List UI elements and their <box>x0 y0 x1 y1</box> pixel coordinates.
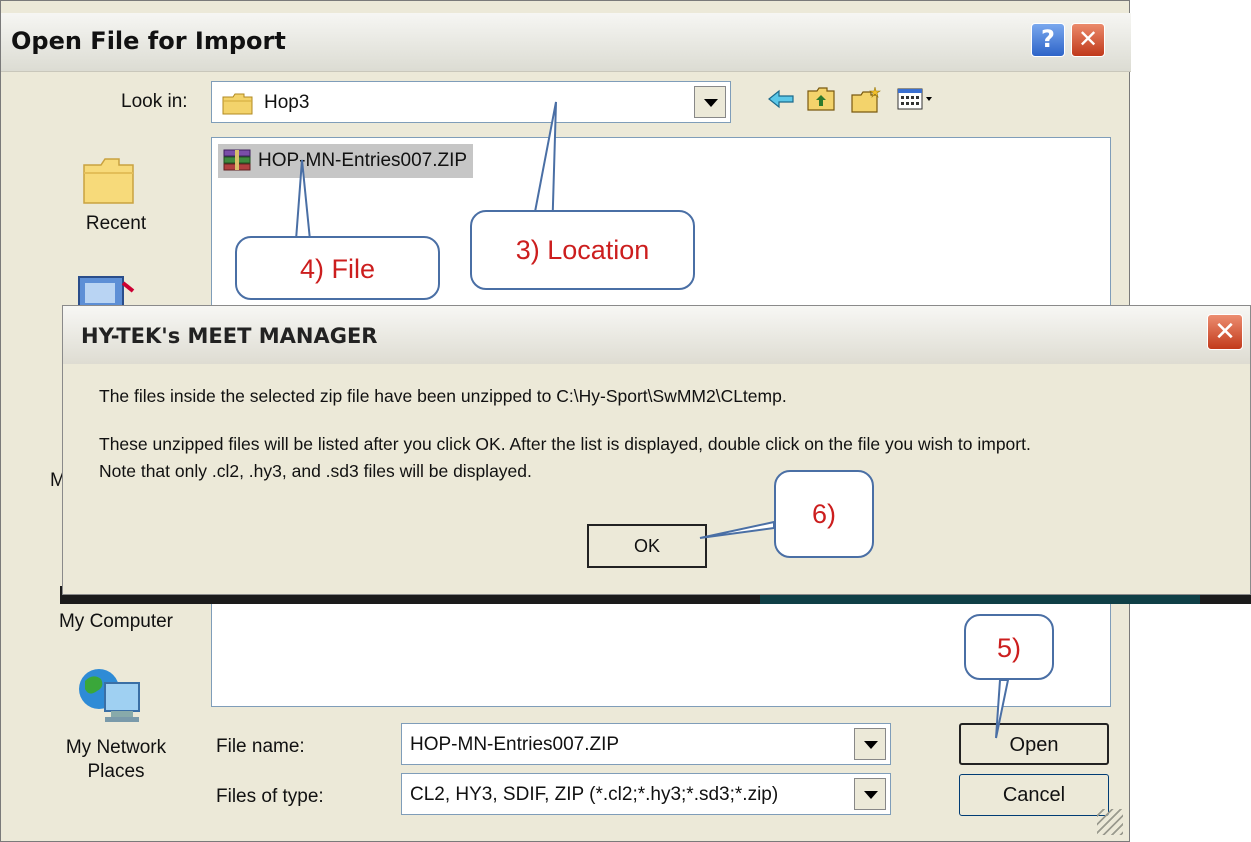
callout-ok: 6) <box>774 470 874 558</box>
callout-file: 4) File <box>235 236 440 300</box>
callout-open: 5) <box>964 614 1054 680</box>
callout-pointers <box>294 101 1010 739</box>
callout-location: 3) Location <box>470 210 695 290</box>
